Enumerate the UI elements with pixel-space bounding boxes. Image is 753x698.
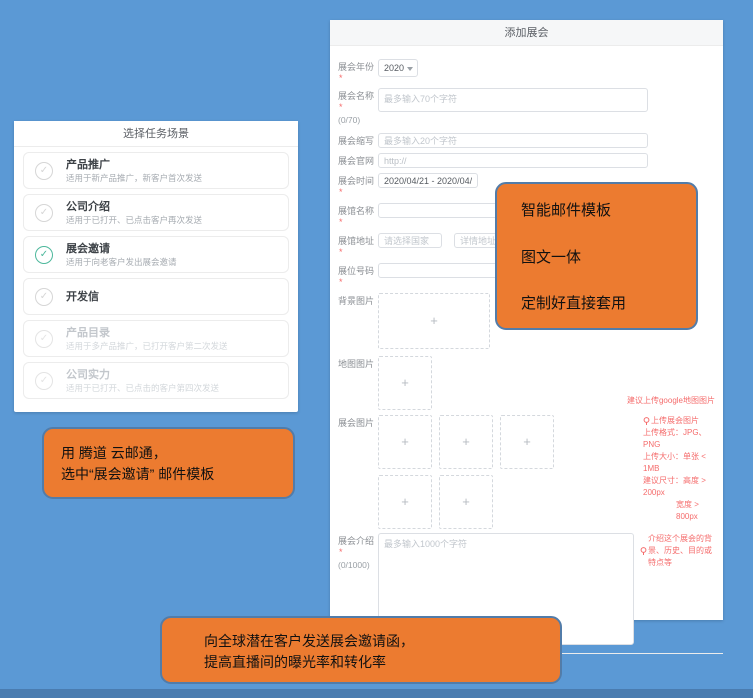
bg-image-upload[interactable]: +: [378, 293, 490, 349]
scenario-item-title: 公司实力: [66, 368, 280, 382]
scenario-panel-title: 选择任务场景: [14, 121, 298, 147]
field-label-address: 展馆地址*: [338, 233, 378, 258]
photo-upload-slot[interactable]: +: [378, 475, 432, 529]
callout-send-invite: 向全球潜在客户发送展会邀请函， 提高直播间的曝光率和转化率: [160, 616, 562, 684]
year-select-value: 2020: [384, 63, 404, 73]
map-image-upload[interactable]: +: [378, 356, 432, 410]
exhibition-photo-grid: + + + + +: [378, 415, 554, 529]
callout-smart-template: 智能邮件模板 图文一体 定制好直接套用: [495, 182, 698, 330]
field-label-name: 展会名称* (0/70): [338, 88, 378, 126]
scenario-item-company-strength[interactable]: ✓ 公司实力 适用于已打开、已点击的客户第四次发送: [23, 362, 289, 399]
name-char-counter: (0/70): [338, 115, 378, 126]
callout-line: 向全球潜在客户发送展会邀请函，: [204, 631, 552, 652]
scenario-item-dev-letter[interactable]: ✓ 开发信: [23, 278, 289, 315]
field-label-venue: 展馆名称*: [338, 203, 378, 228]
intro-tip-text: 介绍这个展会的背景、历史、目的或特点等: [648, 533, 715, 569]
scenario-item-exhibition-invite[interactable]: ✓ 展会邀请 适用于向老客户发出展会邀请: [23, 236, 289, 273]
scenario-item-product-catalog[interactable]: ✓ 产品目录 适用于多产品推广，已打开客户第二次发送: [23, 320, 289, 357]
slide-background: 选择任务场景 ✓ 产品推广 适用于新产品推广，新客户首次发送 ✓ 公司介绍 适用…: [0, 0, 753, 698]
field-label-booth: 展位号码*: [338, 263, 378, 288]
photo-upload-slot[interactable]: +: [500, 415, 554, 469]
scenario-item-desc: 适用于多产品推广，已打开客户第二次发送: [66, 341, 280, 352]
field-label-year: 展会年份*: [338, 59, 378, 84]
scenario-item-product-promo[interactable]: ✓ 产品推广 适用于新产品推广，新客户首次发送: [23, 152, 289, 189]
callout-line: 提高直播间的曝光率和转化率: [204, 652, 552, 673]
plus-icon: +: [401, 434, 409, 449]
exhibition-website-input[interactable]: [378, 153, 648, 168]
check-circle-icon: ✓: [35, 162, 53, 180]
field-label-bg-image: 背景图片: [338, 293, 378, 349]
scenario-item-desc: 适用于新产品推广，新客户首次发送: [66, 173, 280, 184]
photos-tip-line: 上传格式：JPG、PNG: [643, 427, 715, 451]
scenario-item-title: 开发信: [66, 290, 280, 304]
photos-tip-line: 宽度 > 800px: [643, 499, 715, 523]
check-circle-icon: ✓: [35, 288, 53, 306]
field-label-time: 展会时间*: [338, 173, 378, 198]
callout-line: 用 腾道 云邮通，: [61, 443, 285, 464]
plus-icon: +: [401, 375, 409, 390]
field-label-abbr: 展会缩写: [338, 133, 378, 148]
photo-upload-slot[interactable]: +: [439, 475, 493, 529]
scenario-item-title: 产品目录: [66, 326, 280, 340]
tip-lightbulb-icon: [643, 417, 650, 426]
intro-char-counter: (0/1000): [338, 560, 378, 571]
photo-upload-slot[interactable]: +: [378, 415, 432, 469]
exhibition-abbr-input[interactable]: [378, 133, 648, 148]
scenario-item-desc: 适用于已打开、已点击的客户第四次发送: [66, 383, 280, 394]
year-select[interactable]: 2020: [378, 59, 418, 77]
chevron-down-icon: [407, 67, 413, 71]
callout-select-template: 用 腾道 云邮通， 选中“展会邀请” 邮件模板: [42, 427, 295, 499]
map-upload-tip: 建议上传google地图图片: [627, 395, 715, 407]
scenario-item-company-intro[interactable]: ✓ 公司介绍 适用于已打开、已点击客户再次发送: [23, 194, 289, 231]
check-circle-icon: ✓: [35, 372, 53, 390]
scenario-item-desc: 适用于已打开、已点击客户再次发送: [66, 215, 280, 226]
scenario-item-desc: 适用于向老客户发出展会邀请: [66, 257, 280, 268]
exhibition-time-input[interactable]: [378, 173, 478, 188]
scenario-item-title: 产品推广: [66, 158, 280, 172]
photos-upload-tips: 上传展会图片 上传格式：JPG、PNG 上传大小：单张 < 1MB 建议尺寸：高…: [643, 415, 715, 529]
callout-line: 图文一体: [521, 246, 686, 267]
plus-icon: +: [523, 434, 531, 449]
form-title: 添加展会: [330, 20, 723, 46]
plus-icon: +: [462, 494, 470, 509]
field-label-photos: 展会图片: [338, 415, 378, 529]
scenario-item-title: 展会邀请: [66, 242, 280, 256]
scenario-panel: 选择任务场景 ✓ 产品推广 适用于新产品推广，新客户首次发送 ✓ 公司介绍 适用…: [14, 121, 298, 412]
check-circle-icon: ✓: [35, 330, 53, 348]
check-circle-icon-active: ✓: [35, 246, 53, 264]
scenario-list: ✓ 产品推广 适用于新产品推广，新客户首次发送 ✓ 公司介绍 适用于已打开、已点…: [14, 147, 298, 399]
photos-tip-line: 建议尺寸：高度 > 200px: [643, 475, 715, 499]
plus-icon: +: [462, 434, 470, 449]
callout-line: 选中“展会邀请” 邮件模板: [61, 464, 285, 485]
exhibition-name-input[interactable]: [378, 88, 648, 112]
field-label-map-image: 地图图片: [338, 356, 378, 410]
intro-tip: 介绍这个展会的背景、历史、目的或特点等: [640, 533, 715, 645]
callout-line: 智能邮件模板: [521, 199, 686, 220]
plus-icon: +: [401, 494, 409, 509]
scenario-item-title: 公司介绍: [66, 200, 280, 214]
callout-line: 定制好直接套用: [521, 292, 686, 313]
bottom-strip: [0, 689, 753, 698]
photos-tip-line: 上传大小：单张 < 1MB: [643, 451, 715, 475]
country-select-input[interactable]: [378, 233, 442, 248]
tip-lightbulb-icon: [640, 547, 647, 556]
photos-tip-title: 上传展会图片: [651, 415, 699, 427]
plus-icon: +: [430, 313, 438, 328]
field-label-website: 展会官网: [338, 153, 378, 168]
check-circle-icon: ✓: [35, 204, 53, 222]
photo-upload-slot[interactable]: +: [439, 415, 493, 469]
